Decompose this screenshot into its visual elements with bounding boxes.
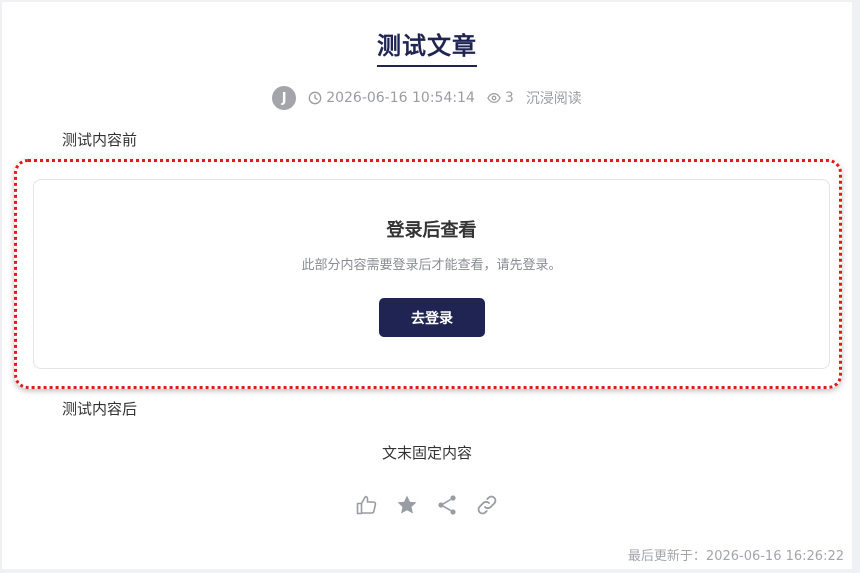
like-button[interactable]: [354, 492, 380, 518]
article-title: 测试文章: [377, 26, 477, 67]
title-wrap: 测试文章: [2, 26, 852, 67]
clock-icon: [308, 91, 322, 105]
article-footer-text: 文末固定内容: [381, 444, 472, 462]
login-gate-card: 登录后查看 此部分内容需要登录后才能查看，请先登录。 去登录: [33, 179, 830, 369]
last-updated: 最后更新于：2026-06-16 16:26:22: [628, 545, 844, 564]
login-gate-frame: 登录后查看 此部分内容需要登录后才能查看，请先登录。 去登录: [14, 159, 842, 389]
view-count: 3: [504, 90, 514, 106]
login-gate-title: 登录后查看: [386, 220, 477, 241]
share-button[interactable]: [434, 492, 460, 518]
login-gate-description: 此部分内容需要登录后才能查看，请先登录。: [301, 258, 562, 273]
login-button[interactable]: 去登录: [379, 298, 485, 337]
link-icon: [477, 495, 497, 515]
author-avatar[interactable]: J: [272, 86, 297, 110]
thumbs-up-icon: [356, 495, 377, 515]
views-item: 3: [487, 90, 514, 106]
immersive-read-link[interactable]: 沉浸阅读: [526, 88, 582, 108]
favorite-button[interactable]: [394, 492, 420, 518]
last-updated-label: 最后更新于：: [627, 549, 706, 564]
copy-link-button[interactable]: [474, 492, 500, 518]
datetime-item: 2026-06-16 10:54:14: [308, 90, 475, 106]
eye-icon: [487, 93, 501, 103]
article-page: 测试文章 J 2026-06-16 10:54:14 3 沉浸阅读 测试内容前 …: [2, 2, 852, 569]
content-after: 测试内容后: [62, 400, 138, 418]
article-actions: [2, 492, 852, 518]
last-updated-time: 2026-06-16 16:26:22: [705, 549, 844, 564]
star-icon: [397, 495, 417, 514]
publish-datetime: 2026-06-16 10:54:14: [326, 90, 475, 106]
article-meta: J 2026-06-16 10:54:14 3 沉浸阅读: [2, 86, 852, 110]
share-icon: [438, 495, 456, 515]
content-before: 测试内容前: [62, 131, 138, 149]
